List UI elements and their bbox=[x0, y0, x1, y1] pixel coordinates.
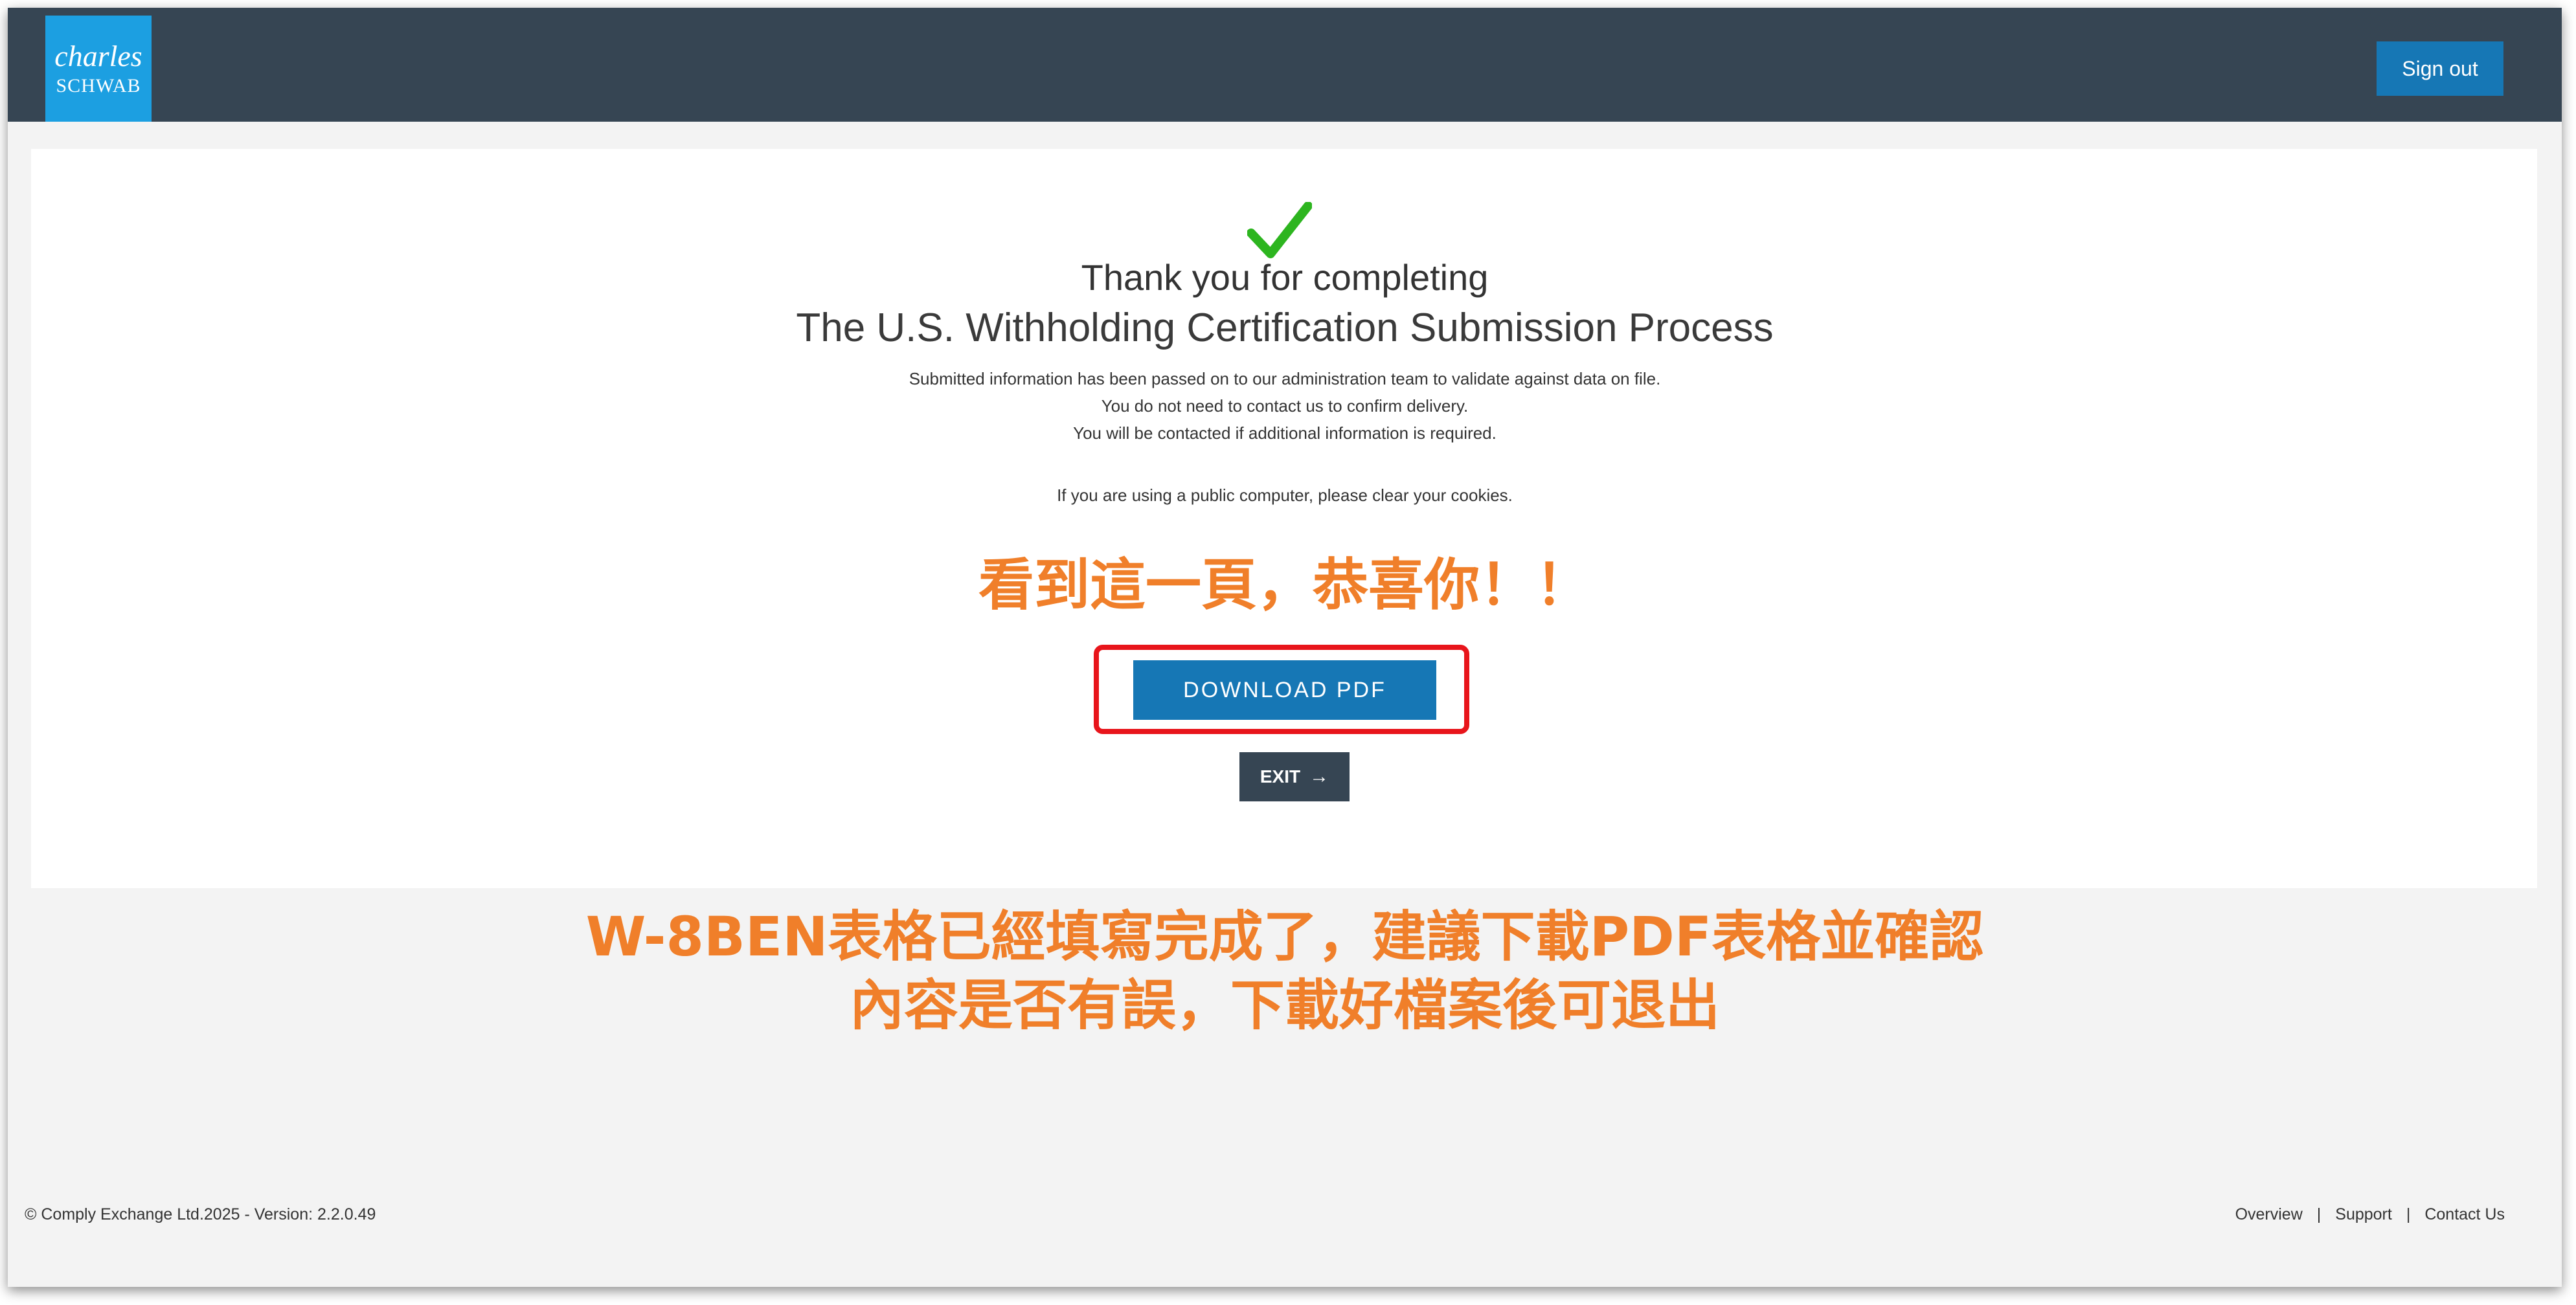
heading-thank-you: Thank you for completing bbox=[1081, 257, 1489, 298]
footer-links: Overview | Support | Contact Us bbox=[2235, 1203, 2505, 1226]
footer-link-contact-us[interactable]: Contact Us bbox=[2424, 1205, 2505, 1223]
cookie-notice: If you are using a public computer, plea… bbox=[1057, 485, 1513, 505]
checkmark-icon bbox=[1247, 202, 1312, 258]
logo-line-1: charles bbox=[54, 39, 142, 72]
footer-copyright: © Comply Exchange Ltd.2025 - Version: 2.… bbox=[25, 1205, 376, 1223]
footer-link-overview[interactable]: Overview bbox=[2235, 1205, 2303, 1223]
info-line: You will be contacted if additional info… bbox=[1073, 423, 1497, 443]
top-header: charles SCHWAB Sign out bbox=[8, 8, 2562, 122]
exit-label: EXIT bbox=[1260, 766, 1301, 786]
charles-schwab-logo: charles SCHWAB bbox=[45, 16, 152, 122]
browser-frame: charles SCHWAB Sign out Thank you for co… bbox=[8, 8, 2562, 1287]
footer-link-support[interactable]: Support bbox=[2335, 1205, 2392, 1223]
annotation-congrats: 看到這一頁，恭喜你！！ bbox=[978, 553, 1591, 618]
footer-separator: | bbox=[2406, 1205, 2411, 1223]
annotation-note-line-1: W-8BEN表格已經填寫完成了，建議下載PDF表格並確認 bbox=[585, 905, 1984, 968]
logo-line-2: SCHWAB bbox=[56, 75, 141, 96]
info-line: You do not need to contact us to confirm… bbox=[1101, 396, 1469, 416]
sign-out-button[interactable]: Sign out bbox=[2377, 41, 2503, 96]
arrow-right-icon: → bbox=[1309, 766, 1329, 787]
download-pdf-button[interactable]: DOWNLOAD PDF bbox=[1133, 660, 1436, 720]
footer-separator: | bbox=[2316, 1205, 2322, 1223]
info-line: Submitted information has been passed on… bbox=[909, 369, 1661, 388]
annotation-note-line-2: 內容是否有誤，下載好檔案後可退出 bbox=[849, 974, 1720, 1037]
page-title: The U.S. Withholding Certification Submi… bbox=[796, 306, 1774, 350]
exit-button[interactable]: EXIT → bbox=[1239, 752, 1350, 801]
